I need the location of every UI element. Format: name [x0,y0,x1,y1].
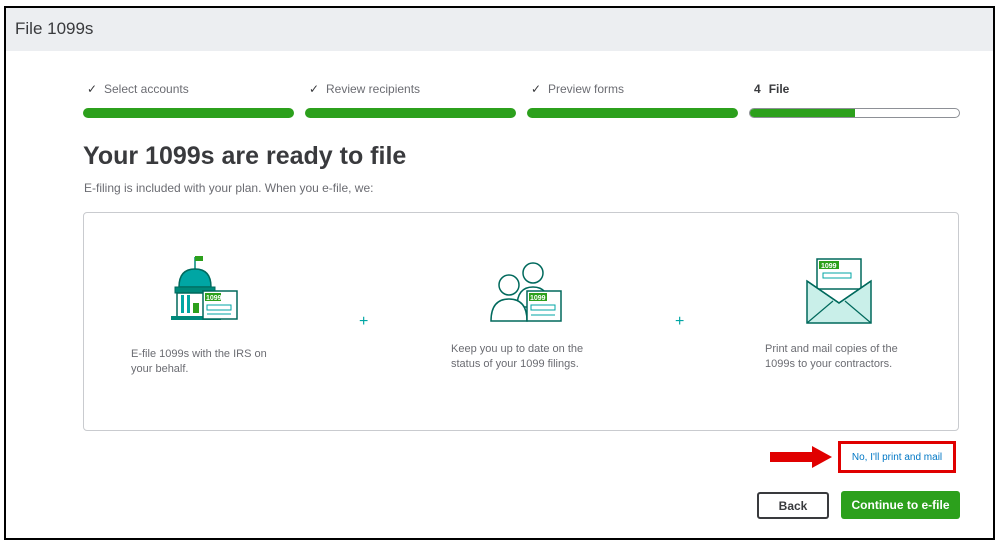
step-label: Select accounts [104,82,189,96]
back-button[interactable]: Back [757,492,829,519]
plus-icon: + [675,313,685,330]
page-title: File 1099s [15,19,94,38]
step-number: 4 [754,82,761,96]
progress-stepper: ✓ Select accounts ✓ Review recipients ✓ … [83,80,960,120]
step-label: Review recipients [326,82,421,96]
step-progress-bar [749,108,960,118]
step-preview-forms[interactable]: ✓ Preview forms [527,80,738,118]
plus-icon: + [359,313,369,330]
step-label: Preview forms [548,82,625,96]
svg-text:1099: 1099 [821,263,837,270]
print-and-mail-link[interactable]: No, I'll print and mail [841,444,953,470]
svg-text:1099: 1099 [206,295,222,302]
government-building-1099-icon: 1099 [171,256,238,320]
checkmark-icon: ✓ [308,82,320,96]
step-select-accounts[interactable]: ✓ Select accounts [83,80,294,118]
feature-efile-irs: 1099 E-file 1099s with the IRS on your b… [128,253,278,377]
feature-text: E-file 1099s with the IRS on your behalf… [131,348,267,375]
main-subheading: E-filing is included with your plan. Whe… [84,181,374,195]
feature-status-updates: 1099 Keep you up to date on the status o… [447,257,607,372]
feature-text: Keep you up to date on the status of you… [451,343,584,370]
page-header: File 1099s [6,8,993,51]
step-progress-bar [83,108,294,118]
file-1099s-window: File 1099s ✓ Select accounts ✓ Review re… [4,6,995,540]
step-progress-bar [527,108,738,118]
people-1099-icon: 1099 [490,262,562,322]
step-label: File [768,82,790,96]
feature-print-mail: 1099 Print and mail copies of the 1099s … [764,257,914,372]
envelope-1099-icon: 1099 [806,258,872,324]
checkmark-icon: ✓ [530,82,542,96]
checkmark-icon: ✓ [86,82,98,96]
feature-text: Print and mail copies of the 1099s to yo… [765,343,898,370]
step-progress-bar [305,108,516,118]
step-review-recipients[interactable]: ✓ Review recipients [305,80,516,118]
continue-to-efile-button[interactable]: Continue to e-file [841,491,960,519]
main-heading: Your 1099s are ready to file [83,142,407,170]
red-arrow-annotation-icon [770,446,832,468]
annotation-highlight-box: No, I'll print and mail [838,441,956,473]
svg-text:1099: 1099 [530,295,546,302]
step-file: 4 File [749,80,960,118]
features-card: 1099 E-file 1099s with the IRS on your b… [83,212,959,431]
